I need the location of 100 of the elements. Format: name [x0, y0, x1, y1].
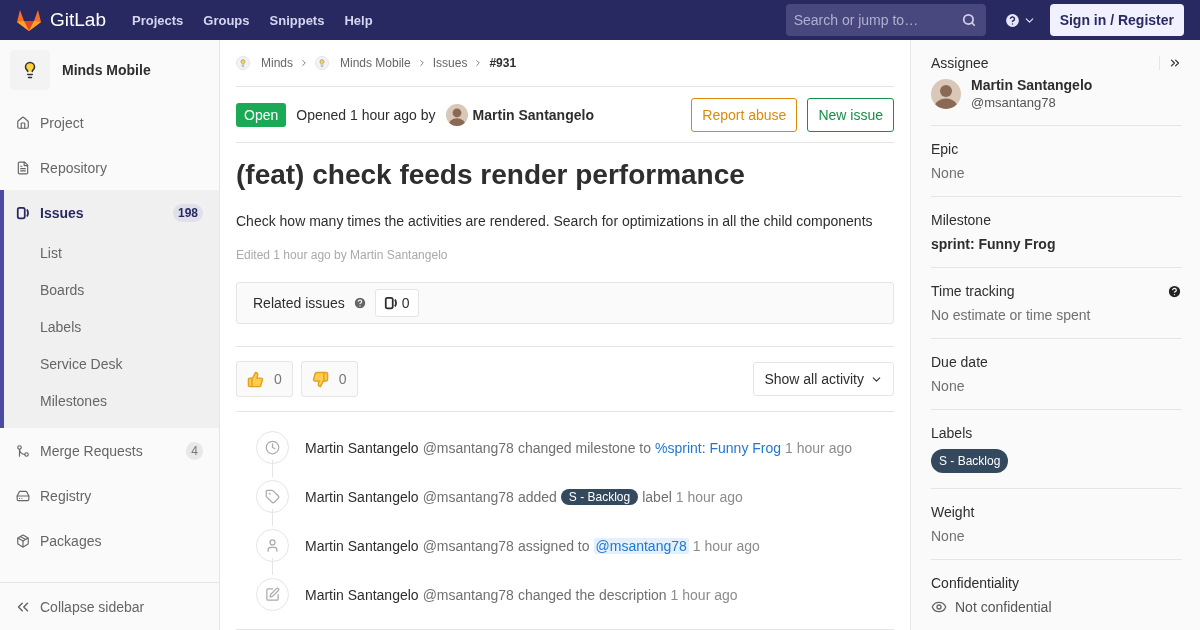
- chevron-icon: [299, 58, 309, 68]
- nav-link[interactable]: Help: [344, 12, 373, 28]
- project-avatar: [315, 56, 329, 70]
- timestamp: 1 hour ago: [785, 439, 853, 456]
- sidebar-subitem[interactable]: List: [4, 235, 219, 272]
- issues-icon: [383, 296, 398, 310]
- sidebar-subitem[interactable]: Labels: [4, 309, 219, 346]
- action-text: changed milestone to: [517, 439, 651, 456]
- edited-note: Edited 1 hour ago by Martin Santangelo: [236, 248, 449, 262]
- author-link[interactable]: Martin Santangelo: [305, 488, 419, 505]
- author-link[interactable]: Martin Santangelo: [305, 439, 419, 456]
- award-button[interactable]: 0: [236, 361, 293, 397]
- action-text: added: [517, 488, 557, 505]
- sidebar-subitem[interactable]: Boards: [4, 272, 219, 309]
- nav-link[interactable]: Projects: [132, 12, 184, 28]
- sidebar-item[interactable]: Repository: [4, 145, 219, 190]
- timestamp: 1 hour ago: [670, 586, 738, 603]
- section-title: Milestone: [931, 212, 991, 228]
- action-text: changed the description: [517, 586, 667, 603]
- breadcrumb-link[interactable]: Minds: [261, 56, 293, 70]
- username-text: @msantang78: [422, 488, 514, 505]
- assignee-username: @msantang78: [971, 95, 1057, 110]
- eye-icon: [931, 599, 947, 615]
- section-value: None: [931, 165, 965, 181]
- file-icon: [16, 160, 30, 175]
- sidebar-item[interactable]: Merge Requests 4: [4, 428, 219, 473]
- related-count: 0: [374, 289, 419, 317]
- sidebar-item[interactable]: Issues 198: [4, 190, 219, 235]
- timestamp: 1 hour ago: [675, 488, 743, 505]
- help-icon: [352, 296, 367, 310]
- issue-description: Check how many times the activities are rendered. Search for optimizations in all the child components: [236, 213, 874, 229]
- sidebar-item[interactable]: Registry: [4, 473, 219, 518]
- section-value: None: [931, 528, 965, 544]
- new-issue-button[interactable]: New issue: [807, 97, 894, 132]
- section-value: Not confidential: [955, 599, 1052, 615]
- count-badge: 198: [172, 203, 203, 222]
- package-icon: [16, 533, 30, 548]
- nav-link[interactable]: Groups: [203, 12, 250, 28]
- section-title: Time tracking: [931, 283, 1015, 299]
- search-field[interactable]: Search or jump to…: [785, 4, 986, 36]
- section-title: Confidentiality: [931, 575, 1019, 591]
- avatar-icon: [931, 78, 961, 109]
- breadcrumb-link[interactable]: #931: [489, 56, 517, 70]
- edit-icon: [256, 578, 289, 611]
- section-title: Labels: [931, 425, 973, 441]
- search-icon: [961, 13, 976, 27]
- breadcrumb-link[interactable]: Minds Mobile: [340, 56, 411, 70]
- issue-title: (feat) check feeds render performance: [236, 159, 746, 191]
- collapse-sidebar-button[interactable]: Collapse sidebar: [0, 582, 219, 630]
- opened-text: Opened 1 hour ago by: [296, 106, 436, 123]
- nav-link[interactable]: Snippets: [269, 12, 325, 28]
- sidebar-subitem[interactable]: Milestones: [4, 383, 219, 420]
- label-tag[interactable]: S - Backlog: [931, 449, 1009, 473]
- label-tag[interactable]: S - Backlog: [560, 488, 639, 505]
- author-link[interactable]: Martin Santangelo: [472, 106, 594, 123]
- sidebar-item[interactable]: Packages: [4, 518, 219, 563]
- action-text: assigned to: [517, 537, 590, 554]
- project-avatar[interactable]: [10, 50, 50, 90]
- double-chevron-icon: [1168, 56, 1182, 70]
- project-avatar: [236, 56, 250, 70]
- brand-name: GitLab: [50, 9, 106, 31]
- count-badge: 4: [186, 441, 203, 460]
- help-icon: [1003, 11, 1021, 29]
- merge-icon: [16, 443, 30, 458]
- help-dropdown[interactable]: [1003, 11, 1036, 29]
- fox-logo-icon: [16, 8, 42, 32]
- activity-filter-dropdown[interactable]: Show all activity: [753, 362, 894, 396]
- status-badge: Open: [236, 102, 287, 127]
- author-link[interactable]: Martin Santangelo: [305, 537, 419, 554]
- action-text: label: [642, 488, 672, 505]
- related-issues-label: Related issues: [253, 295, 345, 311]
- author-link[interactable]: Martin Santangelo: [305, 586, 419, 603]
- assignee-name[interactable]: Martin Santangelo: [971, 77, 1093, 93]
- section-title: Weight: [931, 504, 975, 520]
- expand-sidebar-button[interactable]: [1159, 56, 1182, 70]
- thumbs-down-icon: [311, 370, 329, 388]
- project-name[interactable]: Minds Mobile: [62, 62, 151, 78]
- user-mention[interactable]: @msantang78: [593, 537, 689, 554]
- sign-in-button[interactable]: Sign in / Register: [1049, 4, 1184, 36]
- username-text: @msantang78: [422, 586, 514, 603]
- issues-icon: [16, 205, 30, 220]
- sidebar-subitem[interactable]: Service Desk: [4, 346, 219, 383]
- help-icon: [1167, 283, 1182, 299]
- section-title: Assignee: [931, 55, 989, 71]
- drive-icon: [16, 488, 30, 503]
- home-icon: [16, 115, 30, 130]
- section-value: None: [931, 378, 965, 394]
- thumbs-up-icon: [247, 370, 264, 388]
- username-text: @msantang78: [422, 537, 514, 554]
- timestamp: 1 hour ago: [692, 537, 760, 554]
- section-value: sprint: Funny Frog: [931, 236, 1056, 252]
- username-text: @msantang78: [422, 439, 514, 456]
- award-button[interactable]: 0: [300, 361, 358, 397]
- section-value: No estimate or time spent: [931, 307, 1091, 323]
- section-title: Due date: [931, 354, 988, 370]
- milestone-link[interactable]: %sprint: Funny Frog: [655, 439, 782, 456]
- breadcrumb-link[interactable]: Issues: [432, 56, 468, 70]
- section-title: Epic: [931, 141, 959, 157]
- avatar-icon: [445, 103, 468, 126]
- sidebar-item[interactable]: Project: [4, 100, 219, 145]
